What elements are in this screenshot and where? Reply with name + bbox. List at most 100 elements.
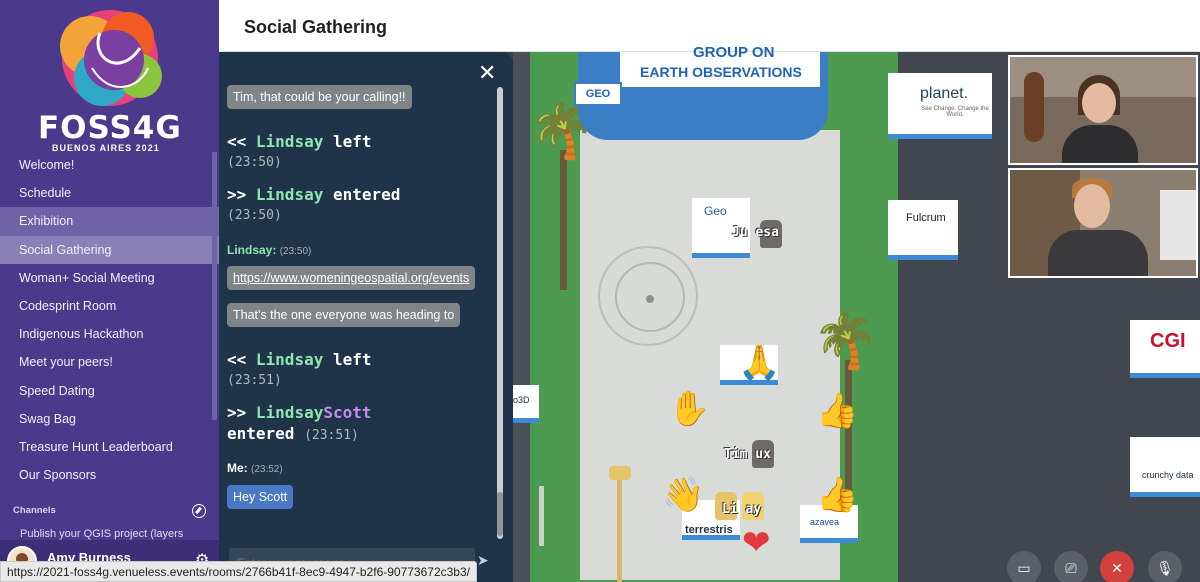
player-name-tim: Tim ux [724,447,771,462]
pray-emoji-icon: 🙏 [738,344,781,382]
booth-fulcrum[interactable]: Fulcrum [888,200,958,260]
system-message-left: << Lindsay left [227,350,372,369]
message-time: (23:50) [279,246,312,257]
chat-message-link[interactable]: https://www.womeningeospatial.org/events [227,266,476,290]
page-title: Social Gathering [244,17,388,37]
video-tile[interactable] [1008,55,1198,165]
system-message-entered-line2: entered (23:51) [227,424,359,443]
geo-sign-line1: GROUP ON [693,44,775,61]
system-time: (23:51) [304,428,359,443]
video-wall [1160,190,1196,260]
logo-graphic [60,10,162,106]
video-guitar [1024,72,1044,142]
palm-tree-icon: 🌴 [812,311,880,371]
video-person-shirt [1062,125,1138,163]
system-message-entered: >> LindsayScott [227,403,372,422]
booth-planet-label: planet. [920,85,969,102]
camera-toggle-icon[interactable]: ▭ [1007,551,1041,582]
close-icon[interactable]: ✕ [478,60,496,86]
map-fountain [646,295,654,303]
compass-icon[interactable] [192,504,206,518]
sidebar-item-exhibition[interactable]: Exhibition [0,207,219,236]
system-action: left [332,132,372,151]
booth-geo-label: Geo [704,204,727,218]
heart-emoji-icon: ❤ [742,524,771,562]
channels-heading: Channels [13,505,56,516]
sidebar-item-codesprint[interactable]: Codesprint Room [0,292,219,320]
player-name-jesa: Ju esa [732,225,779,240]
channel-item[interactable]: Publish your QGIS project (layers [20,528,183,540]
booth-cgi[interactable]: CGI [1130,320,1200,378]
sidebar-item-schedule[interactable]: Schedule [0,179,219,207]
booth-terrestris-label: terrestris [685,524,733,536]
video-person-face [1082,83,1116,123]
chat-scrollbar[interactable] [497,87,503,539]
system-message-entered: >> Lindsay entered [227,185,400,204]
chat-scrollbar-thumb[interactable] [497,492,503,536]
wave-emoji-icon: 👋 [662,476,705,514]
sender-name: Me: [227,461,248,475]
sidebar-item-sponsors[interactable]: Our Sponsors [0,461,219,489]
arrow-left-icon: << [227,132,247,151]
chat-message: That's the one everyone was heading to [227,303,461,327]
arrow-right-icon: >> [227,185,247,204]
thumbs-up-emoji-icon: 👍 [816,392,859,430]
status-url: https://2021-foss4g.venueless.events/roo… [0,561,477,582]
booth-azavea-label: azavea [810,517,840,527]
video-person-face [1074,184,1110,228]
system-time: (23:50) [227,155,282,170]
system-user-name: Lindsay [255,185,324,204]
booth-planet[interactable]: planet. See Change. Change the World. [888,73,992,139]
logo-text: FOSS4G [38,110,182,146]
sidebar-item-meet-peers[interactable]: Meet your peers! [0,348,219,376]
system-user-name: Lindsay [255,350,324,369]
arrow-right-icon: >> [227,403,247,422]
system-message-left: << Lindsay left [227,132,372,151]
booth-cgi-label: CGI [1150,330,1186,352]
booth-3d-label: o3D [513,395,530,405]
geo-sign-line2: EARTH OBSERVATIONS [640,64,802,80]
sidebar-item-welcome[interactable]: Welcome! [0,151,219,179]
send-icon[interactable]: ➤ [477,552,489,569]
system-action: left [332,350,372,369]
player-name-lin: Li ay [722,502,762,517]
system-time: (23:50) [227,208,282,223]
booth-crunchy-data[interactable]: crunchy data [1130,437,1200,497]
video-off-icon[interactable]: ✕ [1100,551,1134,582]
booth-planet-tagline: See Change. Change the World. [921,106,989,118]
booth-3d[interactable]: o3D [513,385,539,423]
sidebar-item-treasure-hunt[interactable]: Treasure Hunt Leaderboard [0,433,219,461]
street-lamp-head [609,466,631,480]
microphone-icon[interactable]: 🎙 [1148,551,1182,582]
foss4g-logo: FOSS4G BUENOS AIRES 2021 [30,8,190,153]
sidebar-item-speed-dating[interactable]: Speed Dating [0,377,219,405]
sidebar-nav: Welcome! Schedule Exhibition Social Gath… [0,151,219,489]
palm-trunk [560,150,567,290]
sidebar-item-swag-bag[interactable]: Swag Bag [0,405,219,433]
system-user-name: Lindsay [255,132,324,151]
sender-name: Lindsay: [227,243,277,257]
message-time: (23:52) [251,464,283,475]
screenshare-icon[interactable]: ⎚ [1054,551,1088,582]
system-user-name: Lindsay [255,403,324,422]
sidebar: FOSS4G BUENOS AIRES 2021 Welcome! Schedu… [0,0,219,582]
street-lamp [617,480,622,582]
thumbs-up-emoji-icon: 👍 [816,476,859,514]
system-user-name-2: Scott [323,403,372,422]
sidebar-item-woman-social[interactable]: Woman+ Social Meeting [0,264,219,292]
sidebar-scrollbar[interactable] [212,152,217,420]
system-action: entered [332,185,401,204]
system-action: entered [227,424,295,443]
chat-panel: ✕ Tim, that could be your calling!! << L… [219,52,513,582]
geo-small-sign: GEO [574,82,622,106]
system-time: (23:51) [227,373,282,388]
booth-crunchy-label: crunchy data [1142,470,1194,480]
chat-message-own: Hey Scott [227,485,294,509]
video-tile[interactable] [1008,168,1198,278]
message-sender: Lindsay: (23:50) [227,243,311,257]
chat-message: Tim, that could be your calling!! [227,85,412,109]
arrow-left-icon: << [227,350,247,369]
sidebar-item-social-gathering[interactable]: Social Gathering [0,235,219,264]
raised-hand-emoji-icon: ✋ [668,390,711,428]
sidebar-item-indigenous-hackathon[interactable]: Indigenous Hackathon [0,320,219,348]
